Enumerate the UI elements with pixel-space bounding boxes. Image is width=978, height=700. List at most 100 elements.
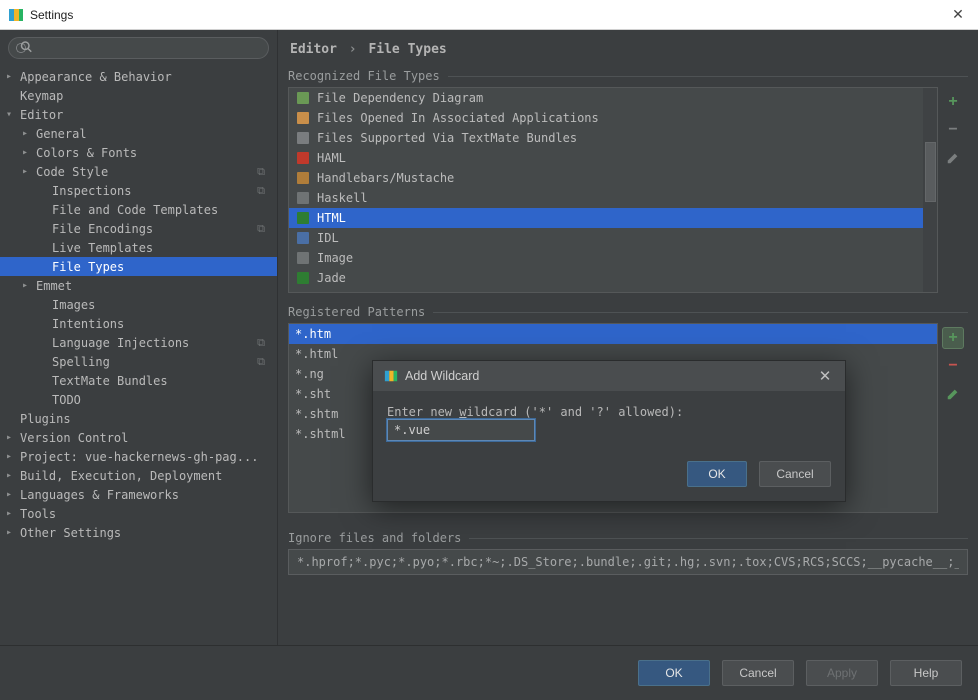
tree-item[interactable]: Colors & Fonts [0,143,277,162]
tree-item[interactable]: File Types [0,257,277,276]
filetype-edit-button[interactable] [942,147,964,169]
tree-item[interactable]: Inspections⧉ [0,181,277,200]
tree-item-label: Keymap [20,89,63,103]
pattern-label: *.sht [295,387,331,401]
filetype-row[interactable]: Files Supported Via TextMate Bundles [289,128,937,148]
filetype-row[interactable]: Files Opened In Associated Applications [289,108,937,128]
ok-button[interactable]: OK [638,660,710,686]
tree-item[interactable]: Images [0,295,277,314]
tree-arrow-icon [6,527,18,538]
filetypes-listbox[interactable]: File Dependency DiagramFiles Opened In A… [288,87,938,293]
tree-item[interactable]: Build, Execution, Deployment [0,466,277,485]
tree-arrow-icon [22,280,34,291]
tree-item-label: Build, Execution, Deployment [20,469,222,483]
tree-item-label: File Types [52,260,124,274]
tree-arrow-icon [6,470,18,481]
tree-item[interactable]: Emmet [0,276,277,295]
filetype-icon [295,270,311,286]
tree-arrow-icon [6,71,18,82]
tree-item[interactable]: Intentions [0,314,277,333]
pattern-edit-button[interactable] [942,383,964,405]
filetype-row[interactable]: Haskell [289,188,937,208]
tree-item-label: Language Injections [52,336,189,350]
pattern-remove-button[interactable]: − [942,355,964,377]
filetype-icon [295,210,311,226]
tree-item[interactable]: File Encodings⧉ [0,219,277,238]
pattern-label: *.htm [295,327,331,341]
modal-cancel-button[interactable]: Cancel [759,461,831,487]
filetype-add-button[interactable]: + [942,91,964,113]
help-button[interactable]: Help [890,660,962,686]
tree-item-label: File and Code Templates [52,203,218,217]
tree-item-label: Emmet [36,279,72,293]
tree-item[interactable]: Other Settings [0,523,277,542]
tree-item[interactable]: Plugins [0,409,277,428]
tree-item-label: TextMate Bundles [52,374,168,388]
tree-item[interactable]: TextMate Bundles [0,371,277,390]
filetype-row[interactable]: Jade [289,268,937,288]
filetype-row[interactable]: IDL [289,228,937,248]
filetype-row[interactable]: Image [289,248,937,268]
filetype-row[interactable]: File Dependency Diagram [289,88,937,108]
settings-panel: Editor › File Types Recognized File Type… [278,30,978,645]
tree-item[interactable]: Languages & Frameworks [0,485,277,504]
tree-arrow-icon [6,508,18,519]
filetype-remove-button[interactable]: − [942,119,964,141]
tree-item[interactable]: Project: vue-hackernews-gh-pag... [0,447,277,466]
filetype-icon [295,130,311,146]
pattern-row[interactable]: *.htm [289,324,937,344]
modal-logo-icon [383,368,399,384]
tree-item[interactable]: Live Templates [0,238,277,257]
tree-item[interactable]: Appearance & Behavior [0,67,277,86]
section-ignore-label: Ignore files and folders [288,531,461,545]
cancel-button[interactable]: Cancel [722,660,794,686]
pattern-label: *.html [295,347,338,361]
filetype-row[interactable]: HAML [289,148,937,168]
breadcrumb-sep-icon: › [349,42,357,57]
settings-tree[interactable]: Appearance & Behavior Keymap Editor General… [0,65,277,645]
tree-item[interactable]: Tools [0,504,277,523]
modal-close-button[interactable]: ✕ [815,367,835,385]
tree-item[interactable]: Spelling ⧉ [0,352,277,371]
pattern-add-button[interactable]: + [942,327,964,349]
tree-item[interactable]: General [0,124,277,143]
breadcrumb-root: Editor [290,42,337,57]
modal-label: Enter new wildcard ('*' and '?' allowed)… [387,405,683,419]
filetype-label: Files Supported Via TextMate Bundles [317,131,577,145]
add-wildcard-dialog: Add Wildcard ✕ Enter new wildcard ('*' a… [372,360,846,502]
wildcard-input[interactable] [387,419,535,441]
filetype-label: Image [317,251,353,265]
tree-arrow-icon [22,147,34,158]
tree-item[interactable]: Editor [0,105,277,124]
tree-item[interactable]: File and Code Templates [0,200,277,219]
window-close-button[interactable]: ✕ [946,6,970,23]
tree-item-label: Tools [20,507,56,521]
scrollbar-track[interactable] [923,88,937,292]
tree-item-label: TODO [52,393,81,407]
scope-icon: ⧉ [257,355,265,369]
tree-item-label: Colors & Fonts [36,146,137,160]
filetype-row[interactable]: Handlebars/Mustache [289,168,937,188]
tree-item[interactable]: Keymap [0,86,277,105]
filetype-row[interactable]: HTML [289,208,937,228]
tree-item-label: Spelling [52,355,110,369]
tree-item[interactable]: Version Control [0,428,277,447]
tree-item[interactable]: Language Injections⧉ [0,333,277,352]
tree-item-label: Other Settings [20,526,121,540]
settings-search-input[interactable] [8,37,269,59]
modal-titlebar: Add Wildcard ✕ [373,361,845,391]
ignore-patterns-input[interactable] [288,549,968,575]
pattern-label: *.shtml [295,427,346,441]
scrollbar-thumb[interactable] [925,142,936,202]
tree-item-label: Inspections [52,184,131,198]
modal-ok-button[interactable]: OK [687,461,747,487]
tree-item-label: Editor [20,108,63,122]
tree-item[interactable]: TODO [0,390,277,409]
section-ignore-title: Ignore files and folders [288,531,968,545]
filetype-label: HAML [317,151,346,165]
scope-icon: ⧉ [257,165,265,179]
filetype-label: Haskell [317,191,368,205]
filetype-icon [295,150,311,166]
apply-button[interactable]: Apply [806,660,878,686]
tree-item[interactable]: Code Style⧉ [0,162,277,181]
